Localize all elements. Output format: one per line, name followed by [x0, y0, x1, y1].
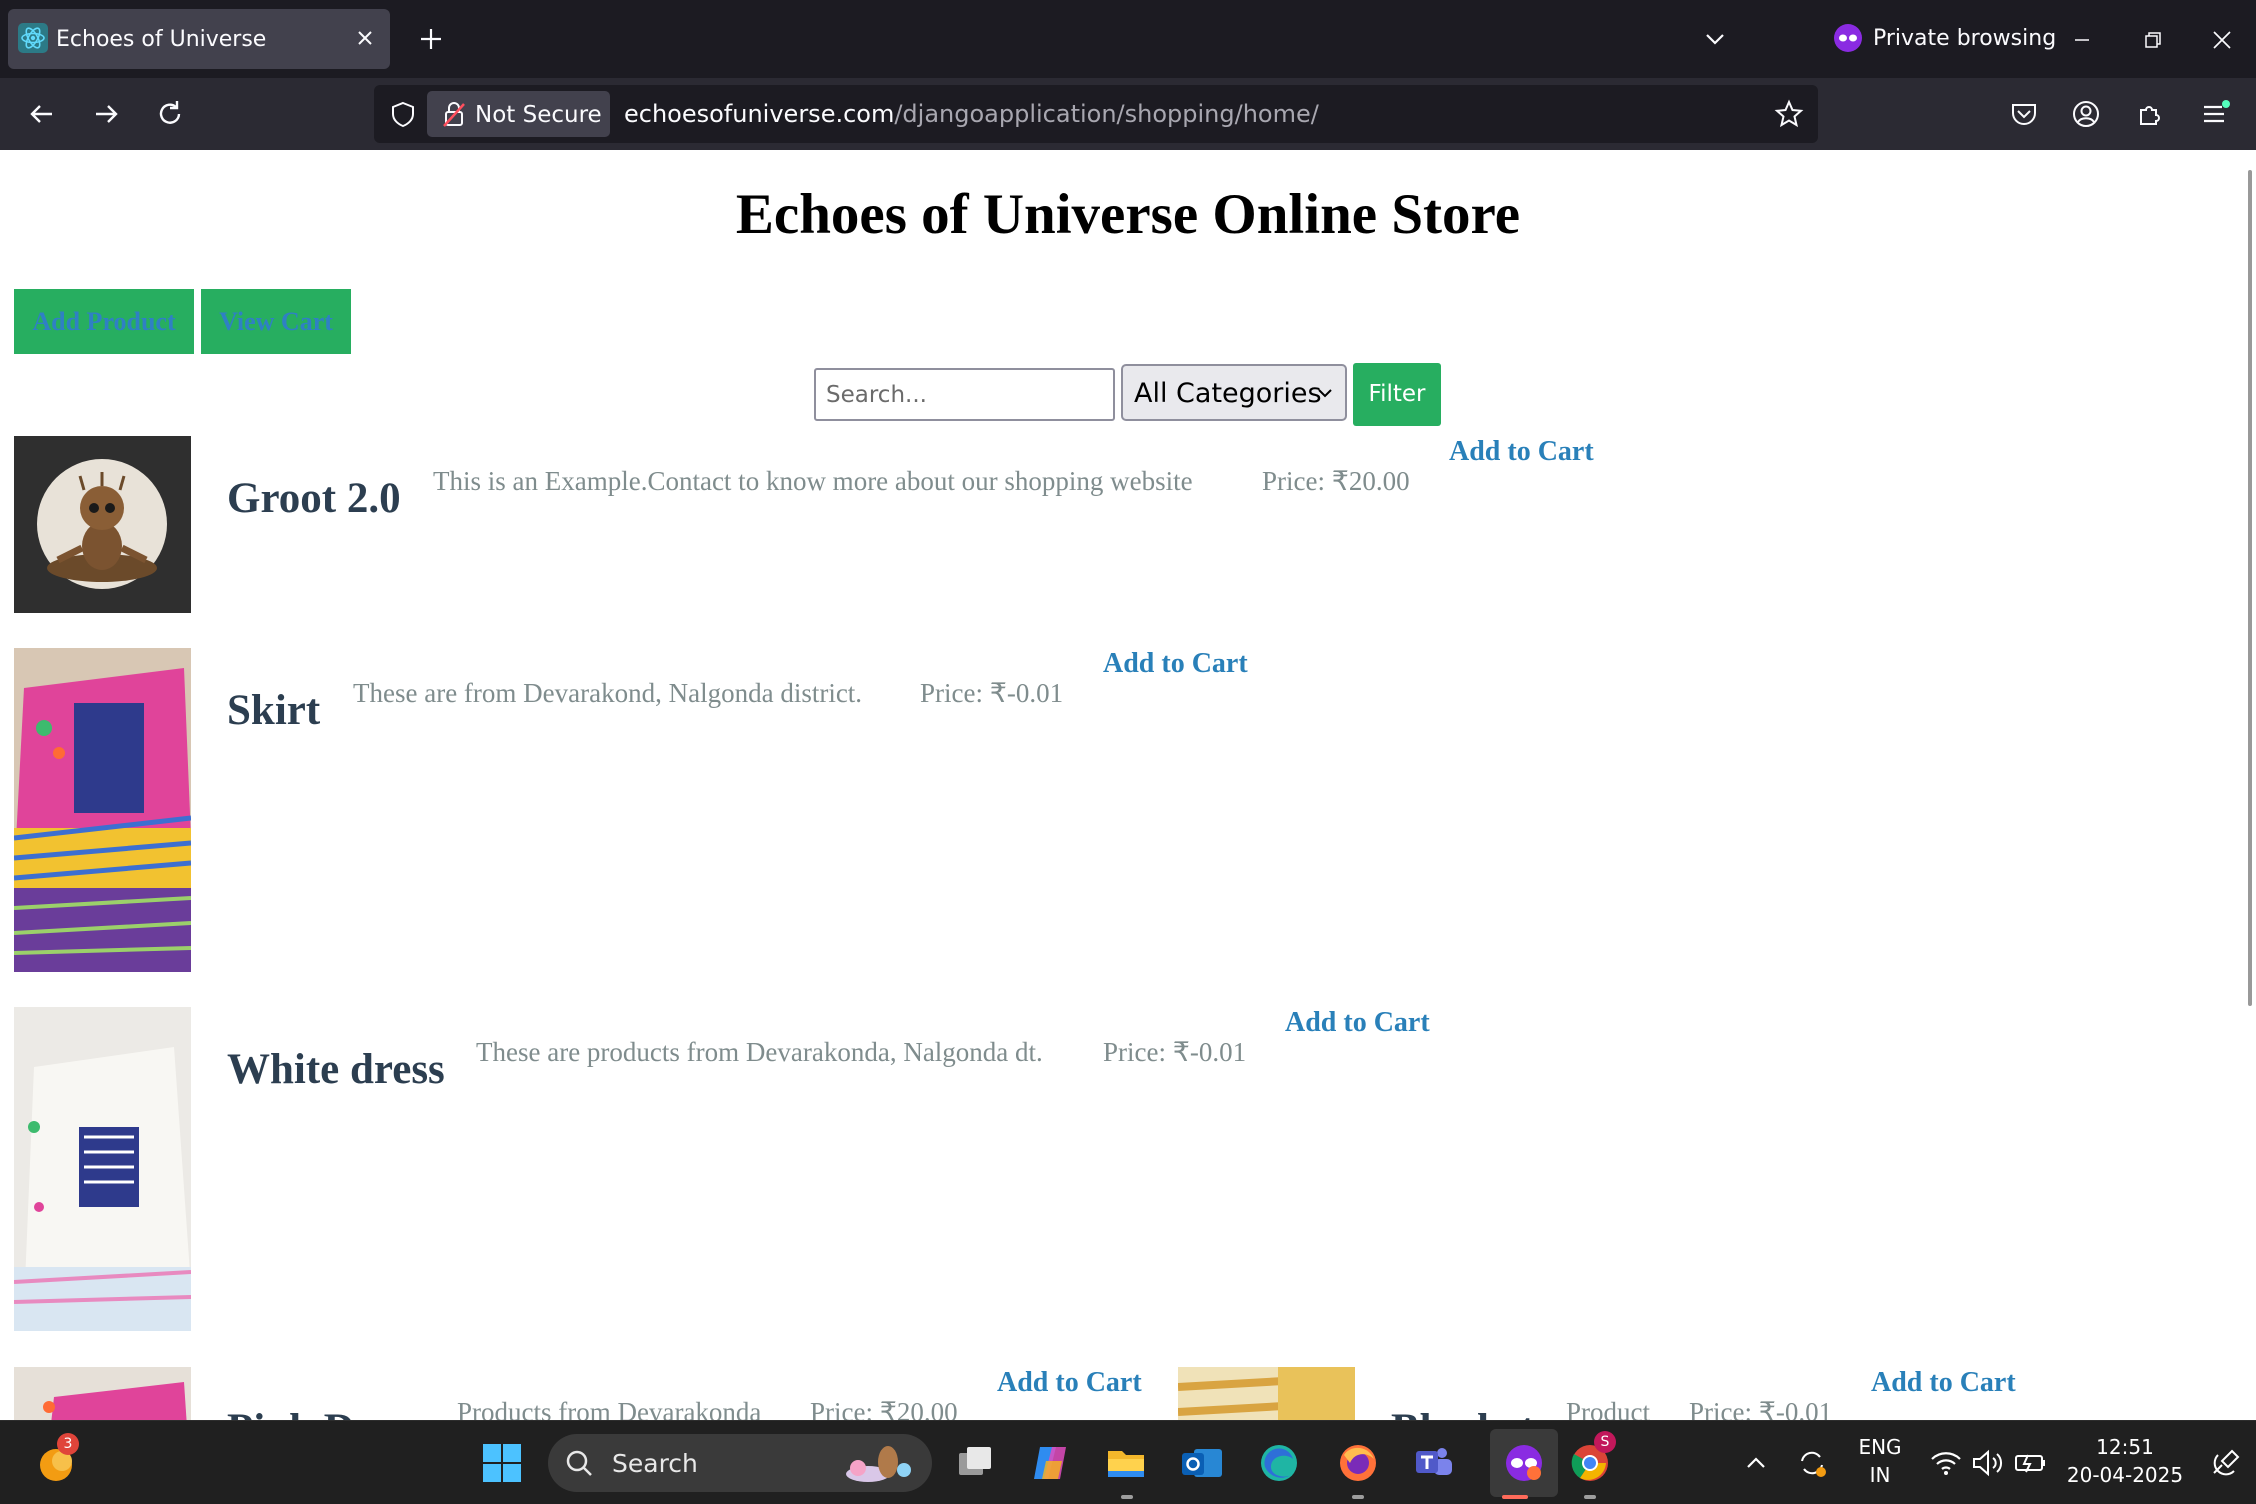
not-secure-indicator[interactable]: Not Secure — [427, 91, 610, 137]
product-name: Skirt — [227, 687, 321, 734]
product-name: White dress — [227, 1046, 445, 1093]
page-scrollbar[interactable] — [2248, 170, 2252, 1006]
add-to-cart-link[interactable]: Add to Cart — [997, 1367, 1142, 1399]
close-icon[interactable] — [352, 25, 378, 51]
volume-icon[interactable] — [1966, 1441, 2010, 1485]
product-image — [14, 436, 191, 613]
battery-icon[interactable] — [2008, 1441, 2052, 1485]
add-to-cart-link[interactable]: Add to Cart — [1285, 1007, 1430, 1039]
plus-icon[interactable] — [416, 24, 446, 54]
outlook-icon[interactable] — [1180, 1441, 1224, 1485]
back-arrow-icon[interactable] — [22, 94, 62, 134]
tab-strip: Echoes of Universe Private browsing — [0, 0, 2256, 78]
url-text[interactable]: echoesofuniverse.com/djangoapplication/s… — [624, 100, 1319, 128]
firefox-icon[interactable] — [1336, 1441, 1380, 1485]
product-price: Price: ₹-0.01 — [1103, 1037, 1247, 1067]
language-bottom[interactable]: IN — [1850, 1463, 1910, 1487]
chevron-down-icon — [1315, 383, 1335, 403]
product-name: Blanket — [1391, 1405, 1534, 1420]
taskbar-search[interactable]: Search — [548, 1434, 932, 1492]
shield-icon[interactable] — [388, 99, 418, 129]
url-path: /djangoapplication/shopping/home/ — [894, 100, 1319, 128]
file-explorer-icon[interactable] — [1104, 1441, 1148, 1485]
running-indicator — [1121, 1495, 1133, 1499]
chrome-profile-badge: S — [1594, 1431, 1616, 1453]
product-description: These are from Devarakond, Nalgonda dist… — [353, 678, 863, 708]
running-indicator — [1352, 1495, 1364, 1499]
tab-title: Echoes of Universe — [56, 27, 267, 52]
menu-icon[interactable] — [2196, 96, 2232, 132]
url-host: echoesofuniverse.com — [624, 100, 895, 128]
task-view-icon[interactable] — [953, 1441, 997, 1485]
windows-taskbar: 3 Search S ENG IN 12:51 20-04-2025 — [0, 1420, 2256, 1504]
close-window-icon[interactable] — [2202, 20, 2242, 60]
pocket-icon[interactable] — [2006, 96, 2042, 132]
running-indicator — [1584, 1495, 1596, 1499]
reload-icon[interactable] — [150, 94, 190, 134]
chevron-up-icon[interactable] — [1734, 1441, 1778, 1485]
product-description: These are products from Devarakonda, Nal… — [476, 1037, 1043, 1067]
edge-icon[interactable] — [1257, 1441, 1301, 1485]
sync-icon[interactable] — [1790, 1441, 1834, 1485]
not-secure-label: Not Secure — [475, 102, 602, 128]
account-icon[interactable] — [2068, 96, 2104, 132]
add-product-button[interactable]: Add Product — [14, 289, 194, 354]
product-price: Price: ₹-0.01 — [1689, 1397, 1833, 1420]
product-image — [14, 1367, 191, 1420]
teams-icon[interactable] — [1412, 1441, 1456, 1485]
address-bar[interactable]: Not Secure echoesofuniverse.com/djangoap… — [374, 85, 1818, 143]
restore-icon[interactable] — [2132, 20, 2172, 60]
store-page: Echoes of Universe Online Store Add Prod… — [0, 150, 2256, 1420]
language-top[interactable]: ENG — [1850, 1435, 1910, 1459]
taskbar-search-label: Search — [612, 1449, 698, 1478]
product-price: Price: ₹20.00 — [810, 1397, 958, 1420]
tab-echoes-of-universe[interactable]: Echoes of Universe — [8, 9, 390, 69]
product-image — [14, 648, 191, 972]
windows-start-icon[interactable] — [480, 1441, 524, 1485]
category-select[interactable]: All Categories — [1121, 364, 1347, 421]
chevron-down-icon[interactable] — [1700, 24, 1730, 54]
forward-arrow-icon[interactable] — [86, 94, 126, 134]
star-icon[interactable] — [1774, 99, 1804, 129]
add-to-cart-link[interactable]: Add to Cart — [1871, 1367, 2016, 1399]
product-description: This is an Example.Contact to know more … — [433, 466, 1193, 496]
product-description: Product — [1566, 1397, 1650, 1420]
extensions-icon[interactable] — [2132, 96, 2168, 132]
category-selected-label: All Categories — [1134, 378, 1322, 409]
navigation-toolbar: Not Secure echoesofuniverse.com/djangoap… — [0, 78, 2256, 150]
product-price: Price: ₹20.00 — [1262, 466, 1410, 496]
clock-date[interactable]: 20-04-2025 — [2060, 1463, 2190, 1487]
product-description: Products from Devarakonda — [457, 1397, 762, 1420]
product-item: White dress These are products from Deva… — [0, 1007, 1700, 1331]
broken-lock-icon — [439, 99, 469, 129]
product-name: Pink Dress — [227, 1405, 426, 1420]
firefox-private-icon[interactable] — [1502, 1441, 1546, 1485]
private-mask-icon — [1834, 24, 1862, 52]
product-item: Groot 2.0 This is an Example.Contact to … — [0, 436, 1700, 613]
active-indicator — [1502, 1495, 1528, 1499]
add-to-cart-link[interactable]: Add to Cart — [1103, 648, 1248, 680]
product-price: Price: ₹-0.01 — [920, 678, 1064, 708]
react-atom-icon — [18, 23, 48, 53]
notification-icon[interactable] — [2204, 1441, 2248, 1485]
private-browsing-label: Private browsing — [1873, 26, 2057, 51]
filter-button[interactable]: Filter — [1353, 363, 1441, 426]
product-item: Skirt These are from Devarakond, Nalgond… — [0, 648, 1700, 972]
copilot-icon[interactable] — [1028, 1441, 1072, 1485]
product-item: Blanket Product Price: ₹-0.01 Add to Car… — [1164, 1367, 2064, 1420]
product-item: Pink Dress Products from Devarakonda Pri… — [0, 1367, 1160, 1420]
search-input[interactable] — [814, 368, 1115, 421]
widget-badge: 3 — [57, 1433, 79, 1455]
product-image — [1178, 1367, 1355, 1420]
product-name: Groot 2.0 — [227, 475, 401, 522]
page-title: Echoes of Universe Online Store — [735, 183, 1521, 246]
minimize-icon[interactable] — [2062, 20, 2102, 60]
clock-time[interactable]: 12:51 — [2060, 1435, 2190, 1459]
add-to-cart-link[interactable]: Add to Cart — [1449, 436, 1594, 468]
view-cart-button[interactable]: View Cart — [201, 289, 351, 354]
product-image — [14, 1007, 191, 1331]
search-highlight-icon — [846, 1446, 911, 1482]
search-icon — [564, 1448, 594, 1478]
wifi-icon[interactable] — [1924, 1441, 1968, 1485]
